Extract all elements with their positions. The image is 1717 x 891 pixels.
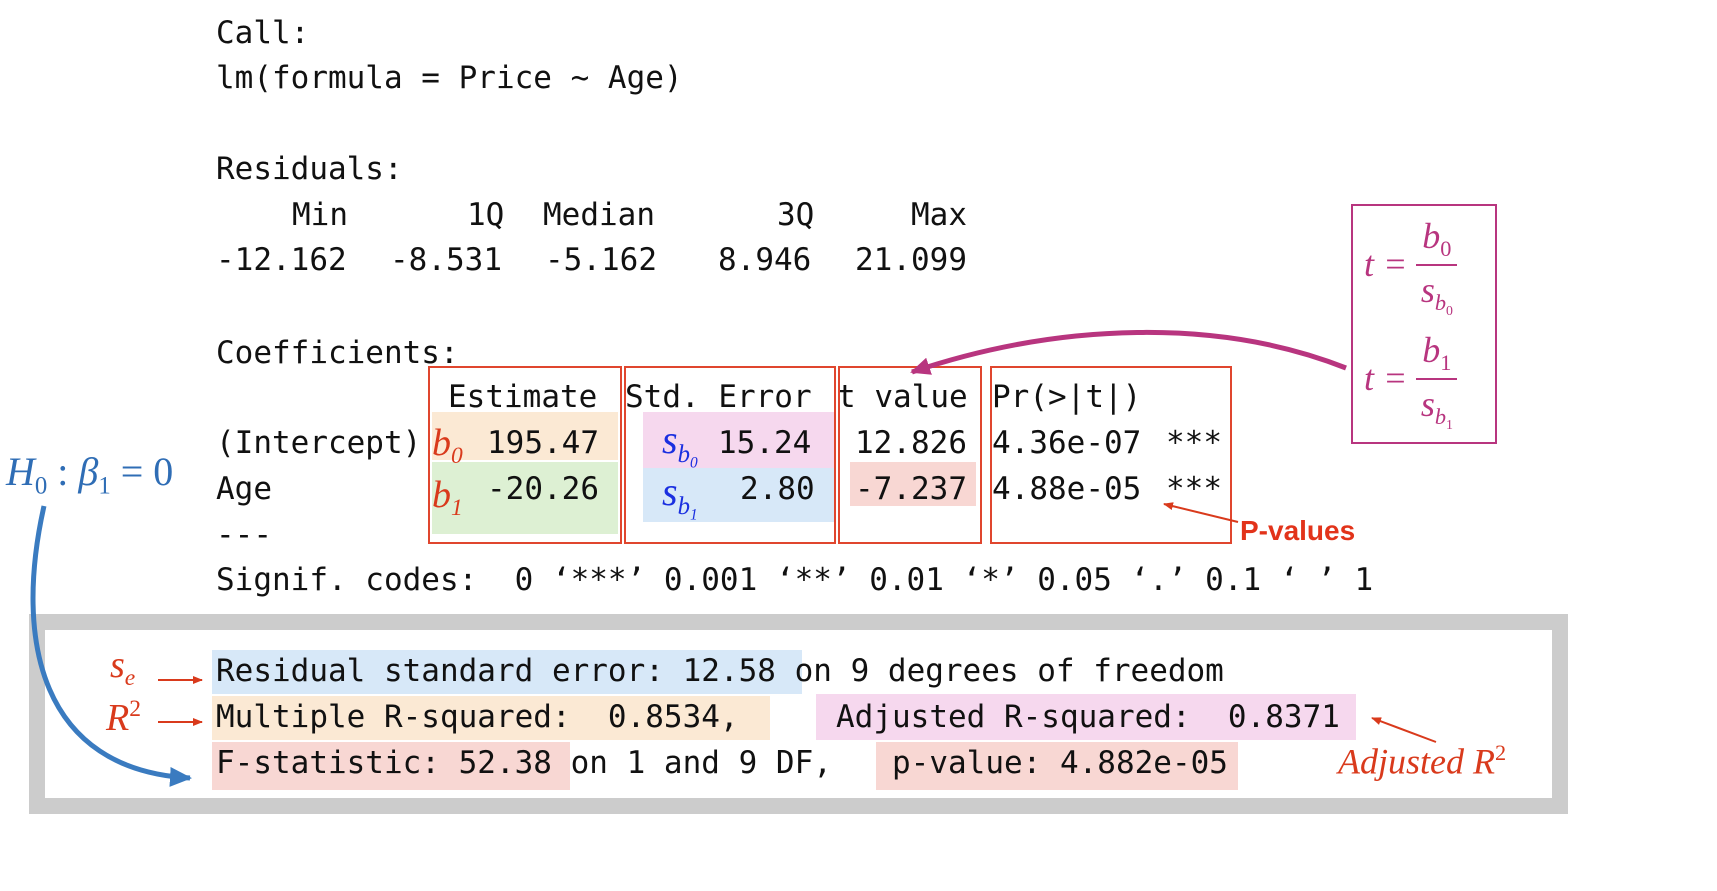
coefficients-label: Coefficients: xyxy=(216,335,459,371)
residuals-header-1q: 1Q xyxy=(467,197,505,233)
fstat-label: F-statistic: 52.38 on 1 and 9 DF, xyxy=(216,745,832,781)
residuals-value-min: -12.162 xyxy=(216,242,347,278)
pvalue-column-box xyxy=(990,366,1232,544)
residuals-value-max: 21.099 xyxy=(855,242,967,278)
t-formula-b1: t = b1 sb1 xyxy=(1364,332,1458,432)
p-values-label: P-values xyxy=(1240,515,1356,546)
tvalue-column-box xyxy=(838,366,982,544)
b1-annotation: b1 xyxy=(432,474,463,522)
sb0-annotation: sb0 xyxy=(662,417,698,472)
r2-label: Multiple R-squared: 0.8534, xyxy=(216,699,739,735)
adj-r2-label: Adjusted R-squared: 0.8371 xyxy=(836,699,1340,735)
residuals-header-min: Min xyxy=(292,197,348,233)
b0-annotation: b0 xyxy=(432,422,463,470)
residuals-header-3q: 3Q xyxy=(777,197,815,233)
signif-codes: Signif. codes: 0 ‘***’ 0.001 ‘**’ 0.01 ‘… xyxy=(216,562,1374,598)
call-label: Call: xyxy=(216,15,310,51)
adjusted-r2-annotation: Adjusted R2 xyxy=(1338,740,1507,782)
residuals-value-median: -5.162 xyxy=(545,242,657,278)
residuals-label: Residuals: xyxy=(216,151,403,187)
coef-separator: --- xyxy=(216,517,272,553)
residuals-value-3q: 8.946 xyxy=(718,242,812,278)
residuals-header-median: Median xyxy=(543,197,655,233)
rse-label: Residual standard error: 12.58 on 9 degr… xyxy=(216,653,1224,689)
hypothesis-label: H0 : β1 = 0 xyxy=(6,449,174,500)
model-pvalue-label: p-value: 4.882e-05 xyxy=(892,745,1228,781)
residuals-header-max: Max xyxy=(911,197,967,233)
coef-row-name: Age xyxy=(216,471,272,507)
se-annotation: se xyxy=(110,644,136,692)
call-formula: lm(formula = Price ~ Age) xyxy=(216,60,683,96)
t-formula-b0: t = b0 sb0 xyxy=(1364,218,1458,318)
stderr-column-box xyxy=(624,366,836,544)
residuals-value-1q: -8.531 xyxy=(390,242,502,278)
r2-annotation: R2 xyxy=(106,696,141,740)
coef-row-name: (Intercept) xyxy=(216,425,422,461)
sb1-annotation: sb1 xyxy=(662,469,698,524)
